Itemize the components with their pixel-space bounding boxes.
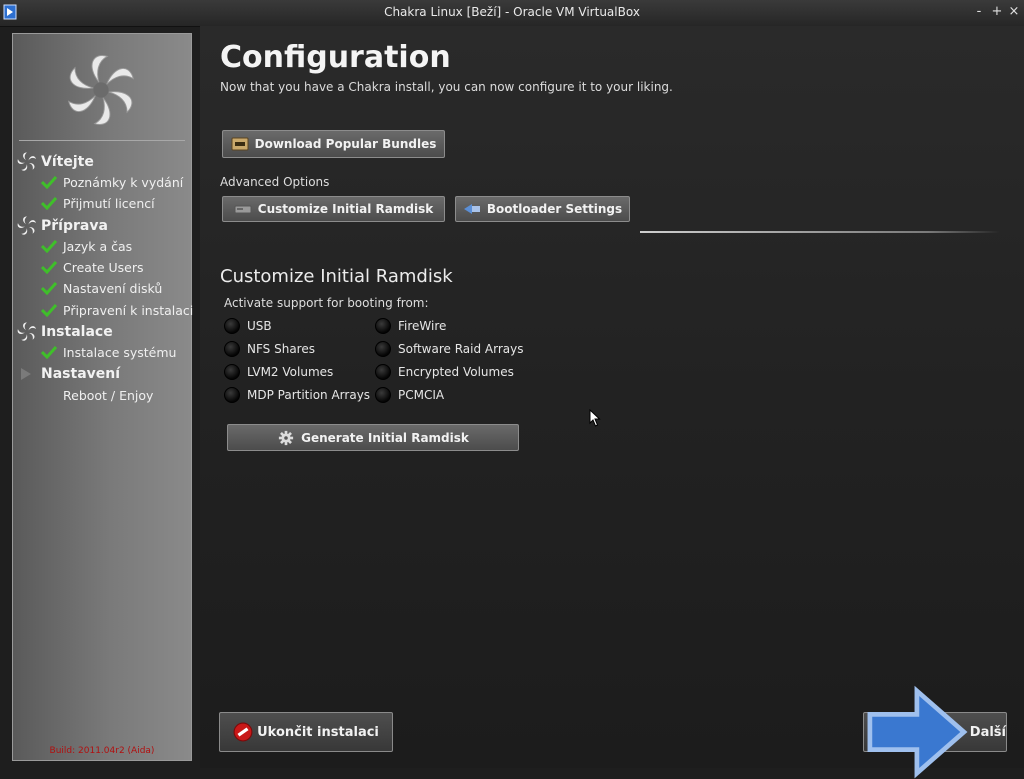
checkmark-icon [41, 175, 57, 189]
sidebar-item-license: Přijmutí licencí [41, 194, 155, 212]
radio-indicator[interactable] [224, 318, 240, 334]
download-bundles-label: Download Popular Bundles [254, 137, 437, 151]
sidebar-item-language-time: Jazyk a čas [41, 237, 132, 255]
sidebar-group-label: Příprava [41, 218, 108, 234]
section-title: Customize Initial Ramdisk [220, 266, 453, 287]
bundle-box-icon [231, 137, 249, 151]
quit-installation-button[interactable]: Ukončit instalaci [219, 712, 393, 752]
current-step-arrow-icon [21, 368, 31, 380]
sidebar-item-label: Create Users [63, 259, 144, 275]
option-software-raid[interactable]: Software Raid Arrays [375, 340, 523, 358]
sidebar-item-label: Nastavení disků [63, 280, 163, 296]
radio-indicator[interactable] [224, 387, 240, 403]
sidebar-item-create-users: Create Users [41, 258, 144, 276]
radio-indicator[interactable] [375, 341, 391, 357]
sidebar-group-priprava: Příprava [17, 216, 108, 236]
generate-ramdisk-button[interactable]: Generate Initial Ramdisk [227, 424, 519, 451]
checkmark-icon [41, 196, 57, 210]
sidebar-item-system-install: Instalace systému [41, 343, 176, 361]
sidebar-group-instalace: Instalace [17, 322, 113, 342]
quit-installation-label: Ukončit instalaci [257, 724, 379, 740]
customize-ramdisk-button[interactable]: Customize Initial Ramdisk [222, 196, 445, 222]
chakra-logo-icon [67, 55, 135, 125]
sidebar-group-label: Vítejte [41, 154, 94, 170]
option-mdp-partition-arrays[interactable]: MDP Partition Arrays [224, 386, 370, 404]
sidebar-item-label: Jazyk a čas [63, 238, 133, 254]
radio-indicator[interactable] [224, 364, 240, 380]
minimize-button[interactable]: - [972, 4, 986, 19]
generate-ramdisk-label: Generate Initial Ramdisk [301, 430, 469, 445]
section-separator [640, 231, 1000, 233]
window-title: Chakra Linux [Beží] - Oracle VM VirtualB… [384, 5, 640, 19]
checkmark-icon [41, 239, 57, 253]
build-label: Build: 2011.04r2 (Aida) [49, 746, 155, 756]
sidebar-item-disk-setup: Nastavení disků [41, 279, 162, 297]
sidebar-divider [19, 140, 185, 141]
sidebar-item-reboot: Reboot / Enjoy [41, 386, 153, 404]
checkmark-icon [41, 260, 57, 274]
sidebar-item-label: Reboot / Enjoy [63, 387, 154, 403]
advanced-options-label: Advanced Options [220, 175, 330, 189]
chakra-group-icon [17, 152, 36, 171]
installer-sidebar: Vítejte Poznámky k vydání Přijmutí licen… [12, 33, 193, 761]
option-label: USB [247, 319, 272, 333]
maximize-button[interactable]: + [990, 4, 1004, 19]
drive-icon [234, 205, 252, 214]
sidebar-item-label: Připravení k instalaci [63, 302, 194, 318]
gear-icon [278, 430, 294, 445]
radio-indicator[interactable] [224, 341, 240, 357]
sidebar-item-release-notes: Poznámky k vydání [41, 173, 183, 191]
option-lvm2-volumes[interactable]: LVM2 Volumes [224, 363, 333, 381]
sidebar-group-label: Nastavení [41, 366, 121, 382]
option-label: FireWire [398, 319, 447, 333]
stop-icon [233, 722, 253, 742]
option-label: MDP Partition Arrays [247, 388, 371, 402]
next-label: Další [969, 724, 1006, 740]
customize-ramdisk-label: Customize Initial Ramdisk [257, 202, 434, 216]
option-label: Software Raid Arrays [398, 342, 524, 356]
option-label: Encrypted Volumes [398, 365, 514, 379]
chakra-group-icon [17, 322, 36, 341]
sidebar-item-label: Instalace systému [63, 344, 177, 360]
checkmark-icon [41, 303, 57, 317]
close-button[interactable]: × [1007, 4, 1021, 19]
bootloader-settings-label: Bootloader Settings [486, 202, 623, 216]
sidebar-group-label: Instalace [41, 324, 113, 340]
radio-indicator[interactable] [375, 318, 391, 334]
option-label: PCMCIA [398, 388, 445, 402]
option-pcmcia[interactable]: PCMCIA [375, 386, 444, 404]
chakra-group-icon [17, 216, 36, 235]
page-subtitle: Now that you have a Chakra install, you … [220, 80, 673, 94]
checkmark-icon [41, 345, 57, 359]
option-nfs-shares[interactable]: NFS Shares [224, 340, 315, 358]
sidebar-item-ready-to-install: Připravení k instalaci [41, 301, 193, 319]
bootloader-settings-button[interactable]: Bootloader Settings [455, 196, 630, 222]
option-encrypted-volumes[interactable]: Encrypted Volumes [375, 363, 514, 381]
sidebar-group-nastaveni: Nastavení [17, 364, 120, 384]
sidebar-item-label: Přijmutí licencí [63, 195, 155, 211]
mouse-cursor-icon [589, 409, 601, 427]
checkmark-icon [41, 281, 57, 295]
sidebar-group-vitejte: Vítejte [17, 152, 94, 172]
option-firewire[interactable]: FireWire [375, 317, 446, 335]
option-label: NFS Shares [247, 342, 315, 356]
bootloader-icon [463, 204, 480, 214]
page-title: Configuration [220, 40, 451, 75]
option-label: LVM2 Volumes [247, 365, 334, 379]
window-titlebar[interactable]: Chakra Linux [Beží] - Oracle VM VirtualB… [0, 0, 1024, 27]
download-bundles-button[interactable]: Download Popular Bundles [222, 130, 445, 158]
arrow-right-icon [867, 685, 968, 779]
radio-indicator[interactable] [375, 387, 391, 403]
radio-indicator[interactable] [375, 364, 391, 380]
main-content: Configuration Now that you have a Chakra… [200, 26, 1024, 779]
next-button[interactable]: Další [863, 685, 1007, 779]
sidebar-item-label: Poznámky k vydání [63, 174, 184, 190]
activate-support-label: Activate support for booting from: [224, 296, 429, 310]
option-usb[interactable]: USB [224, 317, 272, 335]
